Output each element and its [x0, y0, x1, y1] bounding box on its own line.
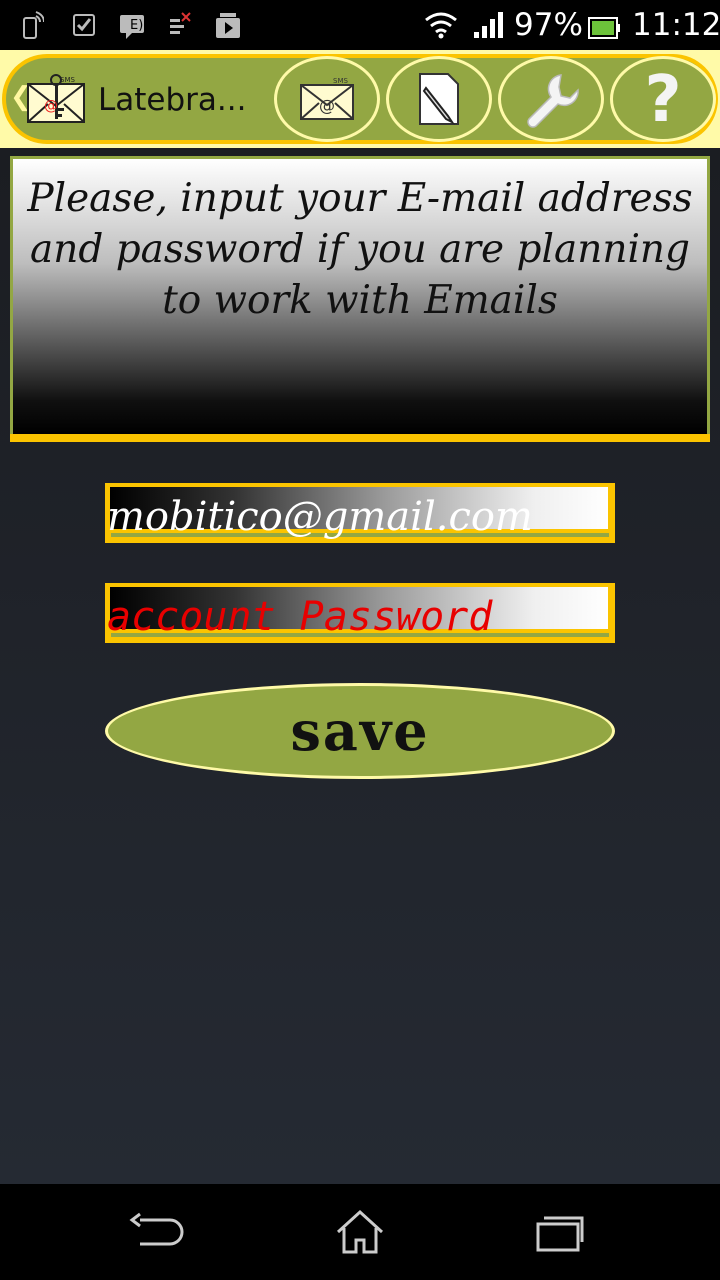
- notes-icon: E): [120, 15, 144, 39]
- media-icon: [216, 13, 240, 38]
- message-divider: [10, 434, 710, 442]
- password-input[interactable]: [105, 589, 603, 645]
- save-button[interactable]: save: [105, 683, 615, 779]
- svg-text:SMS: SMS: [333, 77, 348, 85]
- instruction-text: Please, input your E-mail address and pa…: [27, 176, 693, 323]
- status-bar: E) 97% 11:12: [0, 0, 720, 50]
- message-box: Please, input your E-mail address and pa…: [10, 156, 710, 434]
- svg-text:@: @: [44, 98, 58, 114]
- phone-signal-icon: [23, 11, 44, 39]
- recents-icon[interactable]: [520, 1202, 600, 1262]
- content-area: Please, input your E-mail address and pa…: [0, 148, 720, 1184]
- wrench-settings-icon: [527, 74, 579, 128]
- cell-signal-icon: [474, 12, 503, 38]
- battery-icon: [588, 17, 620, 39]
- email-field[interactable]: [105, 483, 615, 545]
- password-field[interactable]: [105, 583, 615, 645]
- note-edit-icon: [419, 73, 459, 125]
- missed-call-icon: [170, 12, 191, 34]
- app-logo-icon[interactable]: SMS @: [24, 72, 88, 128]
- task-check-icon: [73, 14, 95, 36]
- settings-button[interactable]: [498, 56, 604, 142]
- email-input[interactable]: [105, 489, 603, 545]
- svg-text:SMS: SMS: [60, 76, 75, 84]
- app-title: Latebra...: [98, 82, 247, 118]
- home-icon[interactable]: [320, 1202, 400, 1262]
- svg-text:?: ?: [644, 67, 681, 131]
- email-button[interactable]: @ SMS: [274, 56, 380, 142]
- email-sms-icon: @ SMS: [300, 77, 354, 120]
- help-question-icon: ?: [644, 67, 681, 131]
- navigation-bar: [0, 1184, 720, 1280]
- notes-button[interactable]: [386, 56, 492, 142]
- clock: 11:12: [632, 7, 720, 43]
- svg-text:E): E): [130, 18, 143, 33]
- back-icon[interactable]: [120, 1202, 200, 1262]
- save-label: save: [290, 699, 430, 763]
- battery-percent: 97%: [514, 7, 583, 43]
- svg-text:@: @: [319, 96, 335, 115]
- help-button[interactable]: ?: [610, 56, 716, 142]
- wifi-icon: [425, 12, 457, 39]
